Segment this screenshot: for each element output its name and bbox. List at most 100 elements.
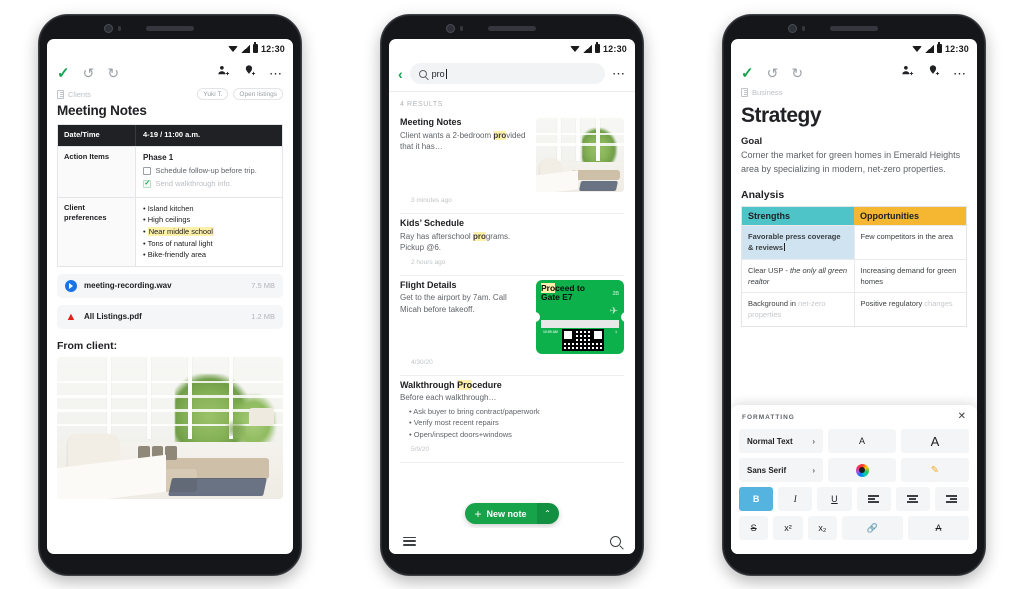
checklist-item-label: Schedule follow-up before trip. (155, 165, 257, 175)
done-button[interactable]: ✓ (741, 66, 754, 81)
chevron-right-icon: › (812, 436, 815, 446)
superscript-button[interactable]: x² (773, 516, 803, 540)
checkbox-checked-icon[interactable] (143, 179, 151, 189)
redo-button[interactable]: ↻ (791, 66, 803, 80)
status-bar: 12:30 (47, 39, 293, 58)
swot-cell-strength-selected[interactable]: Favorable press coverage & reviews (742, 226, 855, 259)
table-cell-value: Phase 1 Schedule follow-up before trip. … (136, 147, 282, 197)
table-row: Action Items Phase 1 Schedule follow-up … (58, 146, 282, 198)
search-icon[interactable] (610, 535, 621, 547)
search-result-item[interactable]: Meeting Notes Client wants a 2-bedroom p… (389, 113, 635, 213)
swot-table: Strengths Opportunities Favorable press … (741, 206, 967, 327)
checklist-item[interactable]: Schedule follow-up before trip. (143, 166, 275, 177)
signal-icon (582, 44, 592, 53)
living-room-photo[interactable] (57, 356, 283, 499)
align-left-icon (868, 495, 880, 503)
note-title[interactable]: Meeting Notes (47, 100, 293, 124)
font-family-button[interactable]: Sans Serif › (739, 458, 823, 482)
table-row: Background in net-zero properties Positi… (742, 292, 966, 326)
redo-button[interactable]: ↻ (107, 66, 119, 80)
formatting-row-2: Sans Serif › ✎ (739, 458, 969, 482)
paragraph-style-label: Normal Text (747, 436, 793, 446)
undo-button[interactable]: ↺ (767, 66, 779, 80)
new-note-label: New note (486, 508, 527, 519)
status-bar: 12:30 (389, 39, 635, 58)
add-person-icon[interactable] (901, 64, 914, 82)
insert-link-button[interactable]: 🔗 (841, 516, 903, 540)
attachment-audio[interactable]: meeting-recording.wav 7.5 MB (57, 273, 283, 298)
overflow-menu-button[interactable]: ⋯ (269, 67, 283, 80)
wifi-icon (569, 45, 580, 53)
undo-button[interactable]: ↺ (83, 66, 95, 80)
add-person-icon[interactable] (217, 64, 230, 82)
highlight-button[interactable]: ✎ (901, 458, 969, 482)
subscript-button[interactable]: x₂ (807, 516, 837, 540)
swot-cell-opportunity[interactable]: Increasing demand for green homes (855, 260, 967, 293)
clear-formatting-button[interactable]: A (907, 516, 969, 540)
bullet-text: Bike-friendly area (147, 250, 207, 260)
search-result-item[interactable]: Kids’ Schedule Ray has afterschool progr… (389, 214, 635, 275)
earpiece-speaker (146, 26, 194, 31)
menu-icon[interactable] (403, 536, 416, 546)
play-icon[interactable] (65, 279, 77, 292)
add-reminder-icon[interactable] (927, 64, 940, 82)
note-title[interactable]: Strategy (731, 97, 977, 136)
table-cell-label: Action Items (58, 146, 136, 197)
earpiece-speaker (830, 26, 878, 31)
bullet-text: High ceilings (147, 215, 191, 225)
tag-chip-list: Yuki T. Open listings (197, 88, 283, 100)
three-phone-showcase: 12:30 ✓ ↺ ↻ ⋯ Clients Yuki T. Open listi… (0, 0, 1024, 589)
phone-1-screen: 12:30 ✓ ↺ ↻ ⋯ Clients Yuki T. Open listi… (47, 39, 293, 554)
boarding-pass-seat: 2B (612, 290, 619, 297)
attachment-pdf[interactable]: ▲ All Listings.pdf 1.2 MB (57, 304, 283, 329)
checklist-item[interactable]: Send walkthrough info. (143, 179, 275, 190)
table-row: Date/Time 4-19 / 11:00 a.m. (58, 125, 282, 147)
swot-cell-strength[interactable]: Clear USP - the only all green realtor (742, 259, 855, 292)
breadcrumb[interactable]: Clients Yuki T. Open listings (47, 86, 293, 100)
align-left-button[interactable] (856, 487, 891, 511)
breadcrumb[interactable]: Business (731, 86, 977, 97)
search-input-value: pro (431, 68, 447, 79)
status-time: 12:30 (260, 43, 285, 54)
search-result-item[interactable]: Walkthrough Procedure Before each walkth… (389, 376, 635, 462)
search-input[interactable]: pro (409, 63, 605, 84)
bullet-item: • Near middle school (143, 226, 214, 236)
tag-chip[interactable]: Yuki T. (197, 88, 229, 100)
swot-cell-opportunity[interactable]: Few competitors in the area (855, 226, 967, 259)
bold-button[interactable]: B (739, 487, 774, 511)
swot-cell-opportunity[interactable]: Positive regulatory changes (855, 293, 967, 326)
search-result-item[interactable]: Flight Details Get to the airport by 7am… (389, 276, 635, 375)
tag-chip[interactable]: Open listings (233, 88, 283, 100)
close-icon[interactable]: ✕ (958, 412, 966, 422)
bullet-item: • High ceilings (143, 215, 191, 225)
pdf-icon: ▲ (65, 310, 77, 323)
paragraph-style-button[interactable]: Normal Text › (739, 429, 823, 453)
swot-cell-strength[interactable]: Background in net-zero properties (742, 293, 855, 326)
overflow-menu-button[interactable]: ⋯ (612, 67, 626, 80)
strikethrough-button[interactable]: S (739, 516, 769, 540)
goal-text[interactable]: Corner the market for green homes in Eme… (731, 149, 977, 176)
checkbox-unchecked-icon[interactable] (143, 167, 151, 175)
phone-3-formatting: 12:30 ✓ ↺ ↻ ⋯ Business Strategy Goal Cor… (722, 14, 986, 576)
result-title: Kids’ Schedule (400, 218, 465, 228)
plus-icon: + (474, 506, 482, 521)
text-color-button[interactable] (828, 458, 896, 482)
result-snippet: Client wants a 2-bedroom provided that i… (400, 130, 526, 152)
new-note-expand-button[interactable]: ⌃ (536, 503, 559, 524)
italic-button[interactable]: I (778, 487, 813, 511)
done-button[interactable]: ✓ (57, 66, 70, 81)
decrease-font-size-button[interactable]: A (828, 429, 896, 453)
overflow-menu-button[interactable]: ⋯ (953, 67, 967, 80)
phone-1-note-editor: 12:30 ✓ ↺ ↻ ⋯ Clients Yuki T. Open listi… (38, 14, 302, 576)
add-reminder-icon[interactable] (243, 64, 256, 82)
formatting-row-1: Normal Text › A A (739, 429, 969, 453)
new-note-button[interactable]: + New note ⌃ (465, 503, 559, 524)
align-center-button[interactable] (895, 487, 930, 511)
align-right-button[interactable] (934, 487, 970, 511)
underline-button[interactable]: U (817, 487, 852, 511)
increase-font-size-button[interactable]: A (901, 429, 969, 453)
status-time: 12:30 (944, 43, 969, 54)
back-button[interactable]: ‹ (398, 67, 403, 81)
bullet-item: • Tons of natural light (143, 238, 213, 248)
notebook-icon (57, 89, 64, 99)
